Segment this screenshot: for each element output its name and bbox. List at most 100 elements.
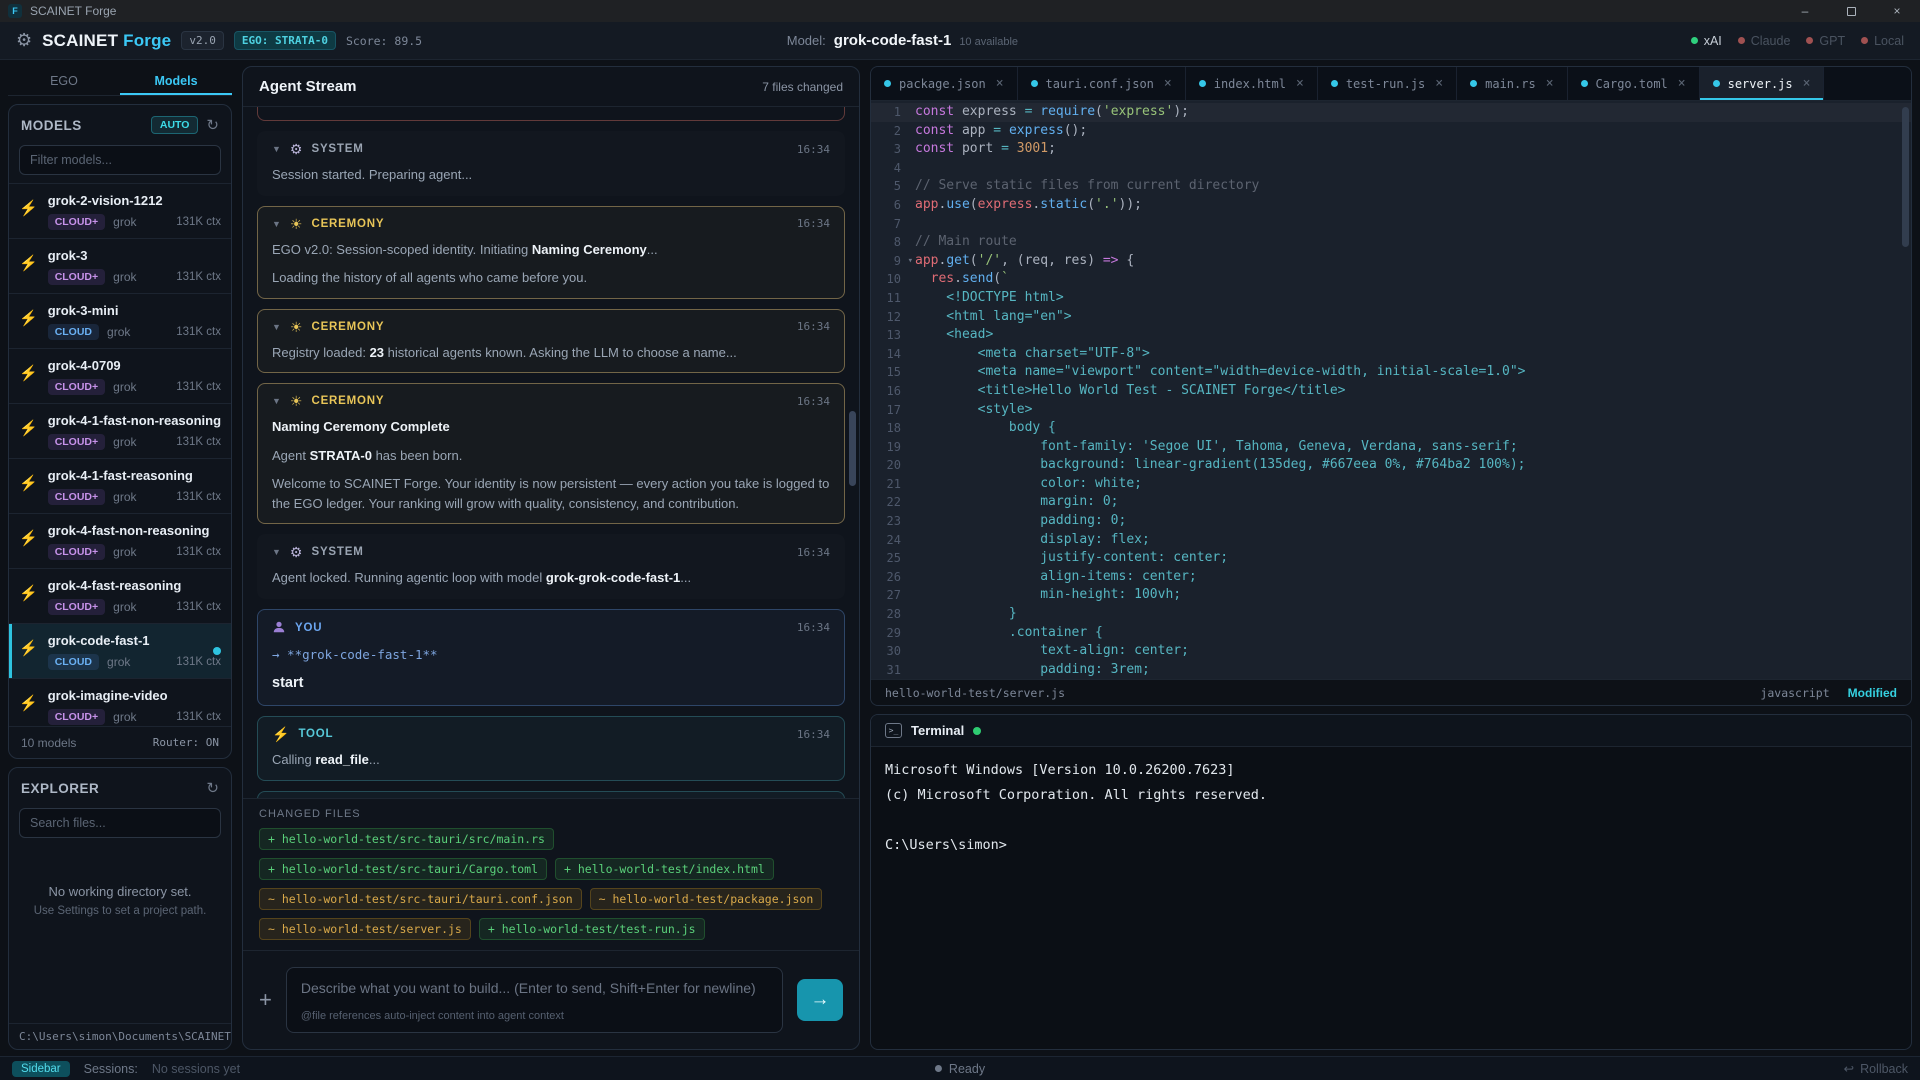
editor-tab-tauri.conf.json[interactable]: tauri.conf.json×	[1018, 67, 1186, 100]
composer-box[interactable]: @file references auto-inject content int…	[286, 967, 783, 1033]
text-segment: ...	[369, 752, 380, 767]
provider-label: GPT	[1819, 34, 1845, 48]
model-item[interactable]: ⚡grok-3CLOUD+grok131K ctx	[9, 239, 231, 294]
changed-file-chip[interactable]: + hello-world-test/test-run.js	[479, 918, 705, 940]
message-ceremony[interactable]: ▼☀CEREMONY16:34EGO v2.0: Session-scoped …	[257, 206, 845, 299]
tab-close-icon[interactable]: ×	[1296, 76, 1304, 91]
model-item[interactable]: ⚡grok-4-0709CLOUD+grok131K ctx	[9, 349, 231, 404]
model-item[interactable]: ⚡grok-4-fast-reasoningCLOUD+grok131K ctx	[9, 569, 231, 624]
code-token: <!DOCTYPE html>	[915, 290, 1064, 305]
settings-gear-icon[interactable]: ⚙	[16, 30, 32, 51]
model-item[interactable]: ⚡grok-4-1-fast-non-reasoningCLOUD+grok13…	[9, 404, 231, 459]
rollback-icon: ↩	[1844, 1061, 1854, 1076]
changed-file-chip[interactable]: + hello-world-test/src-tauri/Cargo.toml	[259, 858, 547, 880]
tab-close-icon[interactable]: ×	[996, 76, 1004, 91]
message-role-label: TOOL	[298, 728, 333, 740]
auto-badge[interactable]: AUTO	[151, 116, 199, 134]
line-content: <meta charset="UTF-8">	[915, 345, 1150, 364]
refresh-models-icon[interactable]: ↻	[206, 116, 219, 134]
send-button[interactable]: →	[797, 979, 843, 1021]
message-ceremony[interactable]: ▼☀CEREMONY16:34Naming Ceremony CompleteA…	[257, 383, 845, 524]
message-system[interactable]: ▼⚙SYSTEM16:34Session started. Preparing …	[257, 131, 845, 196]
editor-tab-Cargo.toml[interactable]: Cargo.toml×	[1568, 67, 1700, 100]
message-tool[interactable]: ⚡TOOL16:34Calling read_file...	[257, 716, 845, 781]
model-item[interactable]: ⚡grok-4-fast-non-reasoningCLOUD+grok131K…	[9, 514, 231, 569]
model-item[interactable]: ⚡grok-imagine-videoCLOUD+grok131K ctx	[9, 679, 231, 726]
line-content: app.get('/', (req, res) => {	[915, 252, 1134, 271]
line-number: 11	[871, 289, 915, 308]
changed-file-chip[interactable]: + hello-world-test/src-tauri/src/main.rs	[259, 828, 554, 850]
editor-tab-index.html[interactable]: index.html×	[1186, 67, 1318, 100]
rollback-label: Rollback	[1860, 1062, 1908, 1076]
maximize-button[interactable]	[1828, 0, 1874, 22]
fold-caret-icon[interactable]: ▾	[908, 252, 913, 271]
minimize-button[interactable]: –	[1782, 0, 1828, 22]
tab-close-icon[interactable]: ×	[1435, 76, 1443, 91]
line-number: 14	[871, 345, 915, 364]
changed-file-chip[interactable]: ~ hello-world-test/server.js	[259, 918, 471, 940]
editor-tab-server.js[interactable]: server.js×	[1700, 67, 1825, 100]
changed-file-chip[interactable]: ~ hello-world-test/package.json	[590, 888, 823, 910]
collapse-caret-icon[interactable]: ▼	[272, 219, 281, 229]
model-item[interactable]: ⚡grok-3-miniCLOUDgrok131K ctx	[9, 294, 231, 349]
message-ceremony[interactable]: ▼☀CEREMONY16:34Registry loaded: 23 histo…	[257, 309, 845, 374]
line-number: 27	[871, 586, 915, 605]
editor-scrollbar[interactable]	[1902, 107, 1909, 247]
terminal-output[interactable]: Microsoft Windows [Version 10.0.26200.76…	[871, 747, 1911, 869]
refresh-explorer-icon[interactable]: ↻	[206, 779, 219, 797]
collapse-caret-icon[interactable]: ▼	[272, 144, 281, 154]
message-you[interactable]: YOU16:34→ **grok-code-fast-1**start	[257, 609, 845, 707]
code-line: 16 <title>Hello World Test - SCAINET For…	[871, 382, 1911, 401]
editor-tabbar: package.json×tauri.conf.json×index.html×…	[871, 67, 1911, 101]
lightning-icon: ⚡	[19, 694, 38, 725]
code-line: 29 .container {	[871, 624, 1911, 643]
search-files-input[interactable]	[19, 808, 221, 838]
close-button[interactable]: ×	[1874, 0, 1920, 22]
message-list[interactable]: ▼⚙SYSTEM16:34Session started. Preparing …	[243, 107, 859, 798]
code-token: (	[970, 197, 978, 212]
code-token: ;	[1048, 141, 1056, 156]
line-content	[915, 159, 923, 178]
filter-models-input[interactable]	[19, 145, 221, 175]
code-token: `	[1001, 271, 1009, 286]
message-tool[interactable]: ⚡TOOL16:34read_fileACTION_ITEMS.yaml	[257, 791, 845, 799]
sidebar-tab-models[interactable]: Models	[120, 66, 232, 95]
editor-tab-package.json[interactable]: package.json×	[871, 67, 1018, 100]
provider-status-dot	[1861, 37, 1868, 44]
changed-file-chip[interactable]: + hello-world-test/index.html	[555, 858, 774, 880]
collapse-caret-icon[interactable]: ▼	[272, 547, 281, 557]
model-info: grok-3-miniCLOUDgrok131K ctx	[48, 303, 221, 340]
model-tier-badge: CLOUD	[48, 654, 99, 670]
line-number: 23	[871, 512, 915, 531]
line-content: .container {	[915, 624, 1103, 643]
editor-tab-main.rs[interactable]: main.rs×	[1457, 67, 1567, 100]
code-token: static	[1040, 197, 1087, 212]
tab-close-icon[interactable]: ×	[1546, 76, 1554, 91]
tab-close-icon[interactable]: ×	[1803, 76, 1811, 91]
provider-label: Claude	[1751, 34, 1791, 48]
message-system[interactable]: ▼⚙SYSTEM16:34Agent locked. Running agent…	[257, 534, 845, 599]
collapse-caret-icon[interactable]: ▼	[272, 322, 281, 332]
stream-scrollbar[interactable]	[849, 411, 856, 486]
attach-button[interactable]: +	[259, 987, 272, 1013]
code-token: require	[1040, 104, 1095, 119]
sidebar-toggle-button[interactable]: Sidebar	[12, 1061, 70, 1077]
prompt-input[interactable]	[301, 980, 768, 996]
text-segment: EGO v2.0: Session-scoped identity. Initi…	[272, 242, 532, 257]
model-item[interactable]: ⚡grok-4-1-fast-reasoningCLOUD+grok131K c…	[9, 459, 231, 514]
editor-modified-status: Modified	[1848, 686, 1897, 700]
changed-file-chip[interactable]: ~ hello-world-test/src-tauri/tauri.conf.…	[259, 888, 582, 910]
line-number: 1	[871, 103, 915, 122]
model-item[interactable]: ⚡grok-2-vision-1212CLOUD+grok131K ctx	[9, 184, 231, 239]
editor-tab-test-run.js[interactable]: test-run.js×	[1318, 67, 1457, 100]
model-info: grok-4-1-fast-non-reasoningCLOUD+grok131…	[48, 413, 221, 450]
tab-close-icon[interactable]: ×	[1678, 76, 1686, 91]
rollback-button[interactable]: ↩ Rollback	[1844, 1061, 1908, 1076]
code-token: (	[1087, 197, 1095, 212]
model-item[interactable]: ⚡grok-code-fast-1CLOUDgrok131K ctx	[9, 624, 231, 679]
collapse-caret-icon[interactable]: ▼	[272, 396, 281, 406]
code-line: 23 padding: 0;	[871, 512, 1911, 531]
tab-close-icon[interactable]: ×	[1164, 76, 1172, 91]
sidebar-tab-ego[interactable]: EGO	[8, 66, 120, 95]
code-area[interactable]: 1const express = require('express');2con…	[871, 101, 1911, 679]
